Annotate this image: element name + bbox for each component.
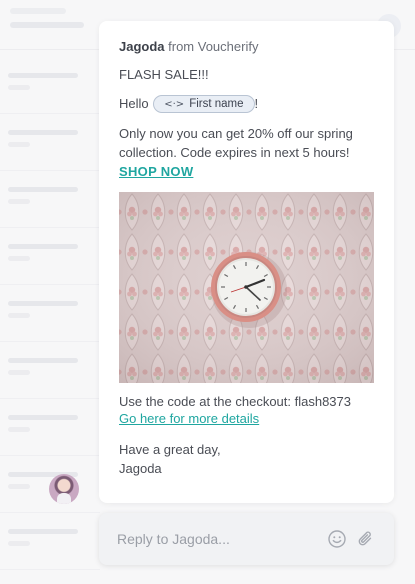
more-details-link[interactable]: Go here for more details	[119, 411, 259, 426]
sender-avatar[interactable]	[49, 474, 79, 504]
conversation-row-placeholder	[0, 228, 100, 285]
clock-photo	[119, 192, 374, 383]
signoff-line-1: Have a great day,	[119, 442, 221, 457]
reply-input[interactable]	[117, 527, 317, 551]
signoff-line-2: Jagoda	[119, 461, 162, 476]
greeting-prefix: Hello	[119, 96, 149, 111]
checkout-code-line: Use the code at the checkout: flash8373	[119, 394, 351, 409]
sender-name: Jagoda	[119, 39, 165, 54]
conversation-row-placeholder	[0, 171, 100, 228]
variable-label: First name	[189, 97, 244, 110]
conversation-row-placeholder	[0, 285, 100, 342]
body-line-1: Only now you can get 20% off our spring	[119, 126, 353, 141]
paperclip-icon[interactable]	[356, 529, 376, 549]
conversation-row-placeholder	[0, 342, 100, 399]
clock-illustration	[119, 192, 374, 383]
conversation-row-placeholder	[0, 513, 100, 570]
smiley-icon[interactable]	[327, 529, 347, 549]
message-card: Jagoda from Voucherify FLASH SALE!!! Hel…	[99, 21, 394, 503]
code-brackets-icon: <·>	[164, 98, 185, 110]
first-name-variable-chip[interactable]: <·> First name	[153, 94, 255, 113]
message-headline: FLASH SALE!!!	[119, 67, 209, 82]
sender-source: from Voucherify	[168, 39, 259, 54]
conversation-row-placeholder	[0, 114, 100, 171]
reply-composer	[99, 513, 394, 565]
greeting-suffix: !	[254, 96, 259, 111]
greeting-line: Hello <·> First name !	[119, 94, 258, 113]
shop-now-link[interactable]: SHOP NOW	[119, 164, 193, 179]
conversation-row-placeholder	[0, 399, 100, 456]
message-sender: Jagoda from Voucherify	[119, 39, 258, 54]
body-line-2: collection. Code expires in next 5 hours…	[119, 145, 350, 160]
conversation-row-placeholder	[0, 57, 100, 114]
